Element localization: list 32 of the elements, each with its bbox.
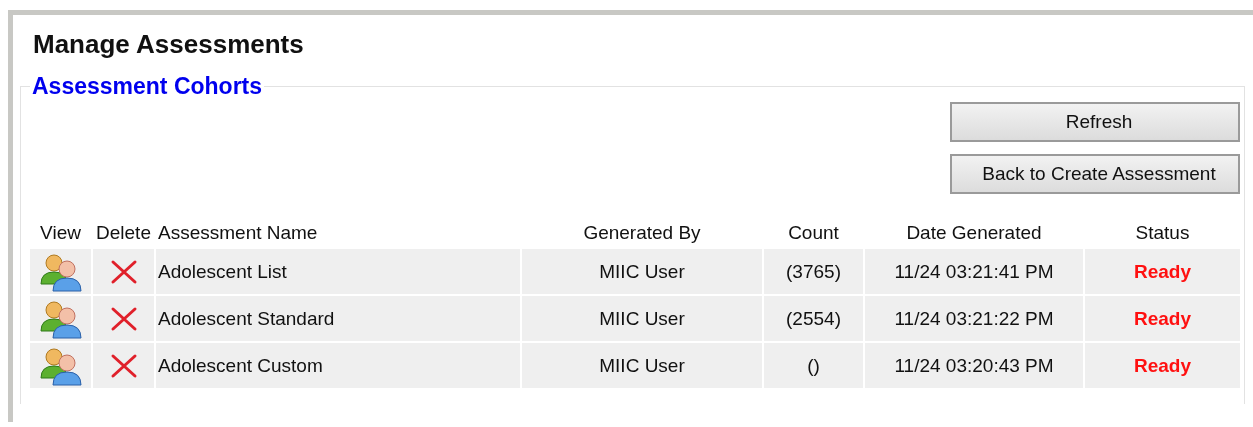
- table-cell: (3765): [786, 260, 841, 282]
- column-header: Delete: [96, 222, 151, 243]
- section-legend: Assessment Cohorts: [30, 73, 265, 100]
- delete-icon[interactable]: [109, 352, 138, 379]
- users-icon[interactable]: [38, 251, 83, 292]
- table-cell: Adolescent List: [158, 260, 287, 282]
- column-header: View: [40, 222, 81, 243]
- table-cell: Adolescent Custom: [158, 354, 323, 376]
- page-title: Manage Assessments: [32, 28, 305, 61]
- column-header: Status: [1135, 222, 1190, 243]
- status-text: Ready: [1134, 260, 1191, 282]
- status-text: Ready: [1134, 307, 1191, 329]
- delete-icon[interactable]: [109, 258, 138, 285]
- table-cell: MIIC User: [599, 307, 685, 329]
- table-cell: Adolescent Standard: [158, 307, 335, 329]
- table-cell: 11/24 03:20:43 PM: [894, 354, 1054, 376]
- users-icon[interactable]: [38, 298, 83, 339]
- status-text: Ready: [1134, 354, 1191, 376]
- action-button[interactable]: Back to Create Assessment: [950, 154, 1240, 194]
- users-icon[interactable]: [38, 345, 83, 386]
- table-cell: (2554): [786, 307, 841, 329]
- table-cell: 11/24 03:21:22 PM: [894, 307, 1054, 329]
- table-cell: MIIC User: [599, 354, 685, 376]
- table-cell: MIIC User: [599, 260, 685, 282]
- table-cell: (): [807, 354, 820, 376]
- delete-icon[interactable]: [109, 305, 138, 332]
- column-header: Date Generated: [906, 222, 1042, 243]
- column-header: Count: [788, 222, 839, 243]
- action-button[interactable]: Refresh: [950, 102, 1240, 142]
- column-header: Assessment Name: [158, 222, 318, 243]
- column-header: Generated By: [583, 222, 701, 243]
- table-cell: 11/24 03:21:41 PM: [894, 260, 1054, 282]
